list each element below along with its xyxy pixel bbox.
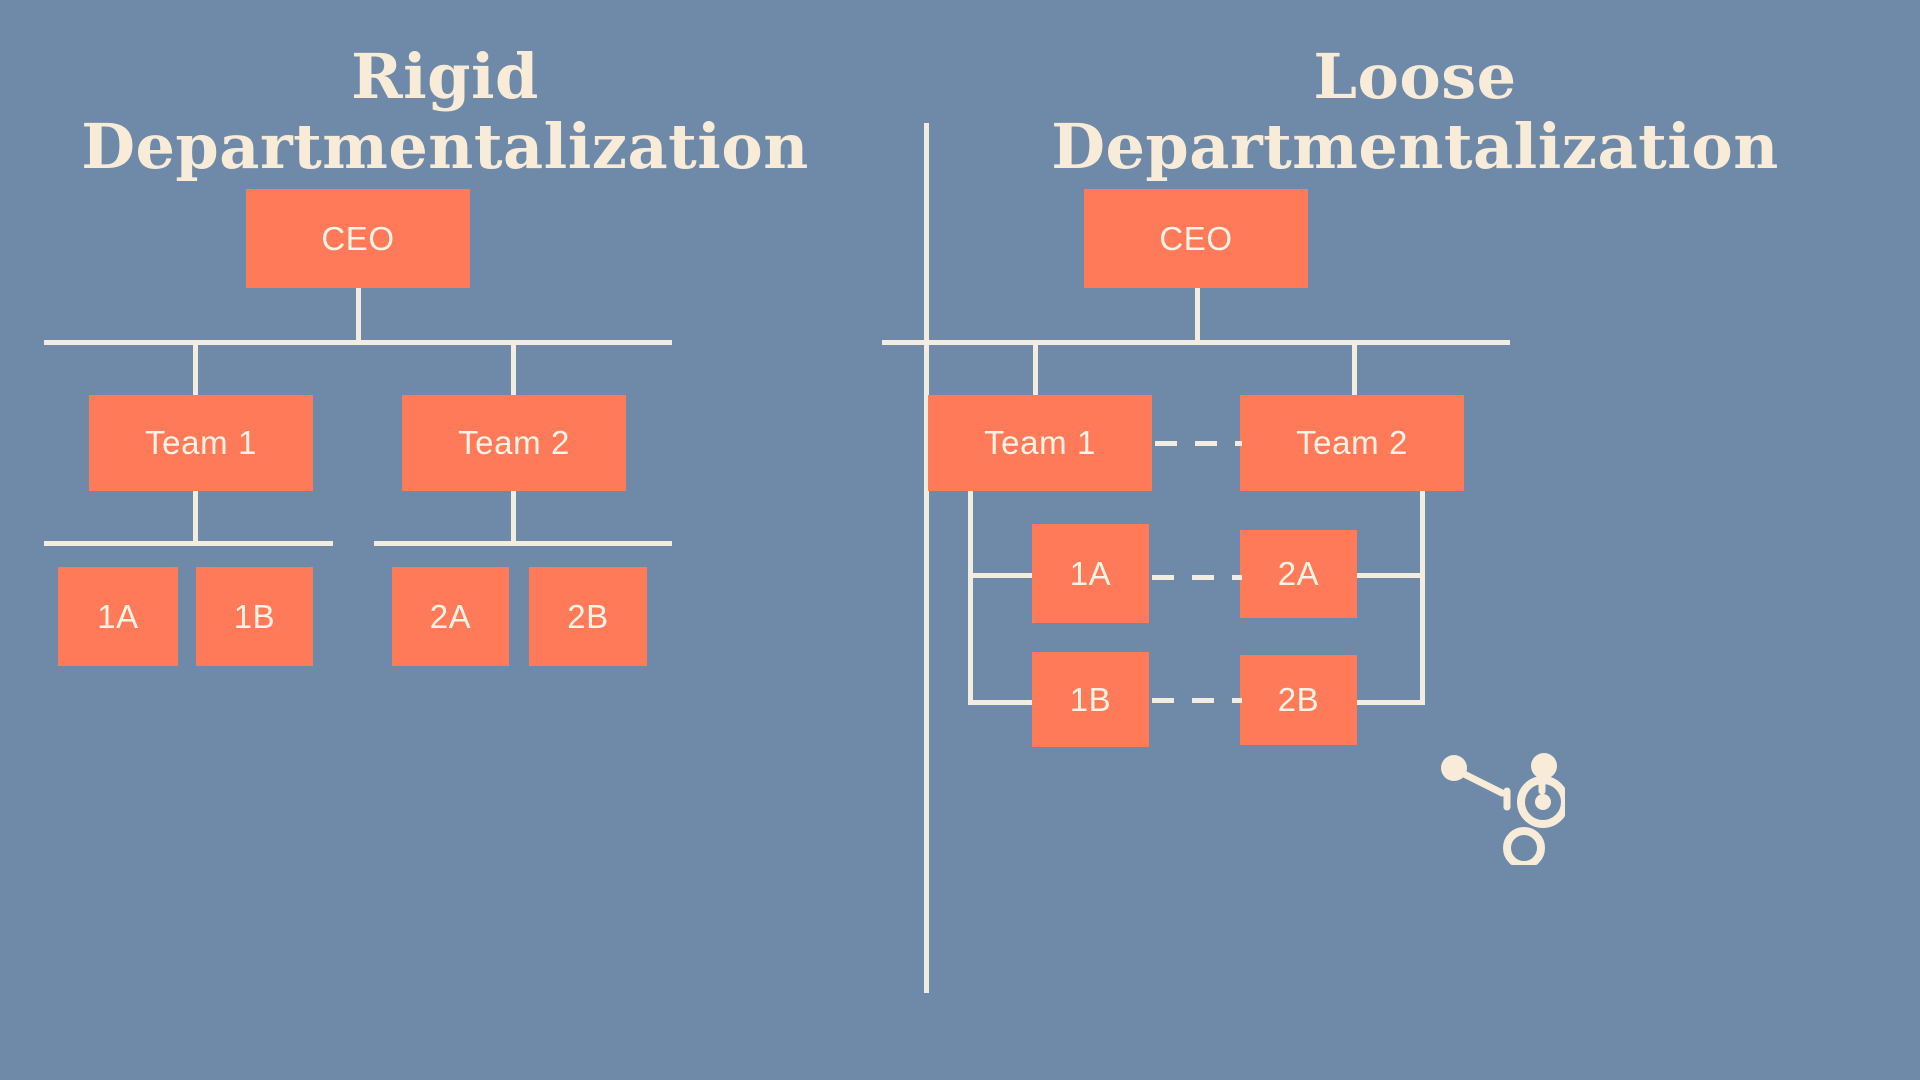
left-connector-to-team1 [193,340,198,396]
right-connector-ceo-down [1195,288,1200,343]
left-node-2b: 2B [529,567,647,666]
right-dashed-link-1a-2a [1152,575,1242,580]
left-connector-ceo-down [356,288,361,343]
right-node-2b: 2B [1240,655,1357,745]
right-connector-team1-1a [968,573,1038,578]
right-node-team1: Team 1 [928,395,1152,491]
panel-divider [924,123,929,993]
right-rail-team1 [968,491,973,705]
left-connector-to-team2 [511,340,516,396]
right-node-ceo: CEO [1084,189,1308,288]
left-node-1a: 1A [58,567,178,666]
right-bus-level1 [882,340,1510,345]
right-panel-title: Loose Departmentalization [1051,40,1779,184]
right-rail-team2 [1420,491,1425,705]
right-connector-team2-2a [1352,573,1425,578]
left-node-team2: Team 2 [402,395,626,491]
right-connector-team2-2b [1352,700,1425,705]
left-bus-level1 [44,340,672,345]
sprocket-node-left [1441,755,1467,781]
left-node-2a: 2A [392,567,509,666]
left-panel-title: Rigid Departmentalization [81,40,809,184]
right-connector-team1-1b [968,700,1038,705]
left-bus-team1-children [44,541,333,546]
right-node-team2: Team 2 [1240,395,1464,491]
left-bus-team2-children [374,541,672,546]
right-dashed-link-1b-2b [1152,698,1242,703]
diagram-canvas: Rigid Departmentalization CEO Team 1 Tea… [0,0,1920,1080]
right-node-1a: 1A [1032,524,1149,623]
right-dashed-link-team1-team2 [1155,441,1242,446]
hubspot-sprocket-logo [1441,753,1565,865]
right-connector-to-team2 [1352,340,1357,396]
left-node-ceo: CEO [246,189,470,288]
left-node-team1: Team 1 [89,395,313,491]
right-node-2a: 2A [1240,530,1357,618]
right-node-1b: 1B [1032,652,1149,747]
sprocket-node-right [1531,753,1557,779]
sprocket-ring-center [1535,794,1551,810]
left-node-1b: 1B [196,567,313,666]
right-connector-to-team1 [1033,340,1038,396]
left-connector-team1-down [193,491,198,545]
left-connector-team2-down [511,491,516,545]
sprocket-node-bottom [1503,827,1545,865]
